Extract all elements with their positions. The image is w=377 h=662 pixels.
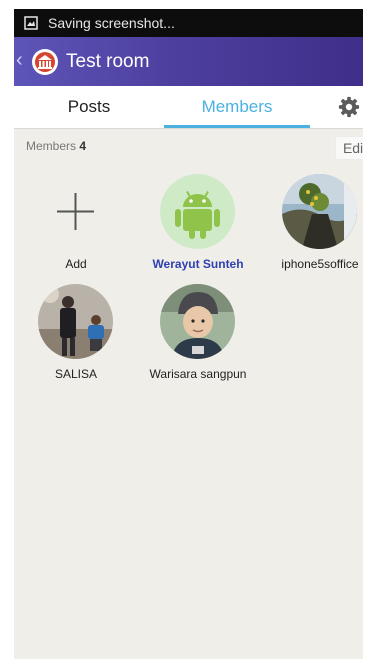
phone-screen: Saving screenshot... ‹ Test room Posts M… bbox=[14, 9, 363, 659]
avatar bbox=[282, 174, 357, 249]
edit-button[interactable]: Edit bbox=[335, 136, 363, 160]
room-title: Test room bbox=[66, 51, 150, 72]
building-icon[interactable] bbox=[32, 49, 58, 75]
chevron-left-icon[interactable]: ‹ bbox=[16, 49, 23, 72]
member-name: Werayut Sunteh bbox=[152, 257, 244, 271]
tab-bar: Posts Members bbox=[14, 86, 363, 129]
member-name: Warisara sangpun bbox=[149, 367, 247, 381]
tab-members[interactable]: Members bbox=[164, 86, 310, 128]
app-bar: ‹ Test room bbox=[14, 37, 363, 86]
active-tab-indicator bbox=[164, 125, 310, 128]
tab-posts[interactable]: Posts bbox=[14, 86, 164, 128]
member-name: SALISA bbox=[54, 367, 98, 381]
avatar bbox=[160, 284, 235, 359]
plus-icon[interactable] bbox=[38, 174, 113, 249]
screenshot-icon bbox=[24, 16, 38, 30]
status-bar: Saving screenshot... bbox=[14, 9, 363, 37]
member-name: iphone5soffice bbox=[281, 257, 359, 271]
members-label: Members bbox=[26, 139, 77, 153]
avatar bbox=[38, 284, 113, 359]
status-text: Saving screenshot... bbox=[48, 15, 175, 31]
gear-icon[interactable] bbox=[338, 96, 360, 118]
member-name: Add bbox=[65, 257, 87, 271]
members-count: Members 4 bbox=[26, 139, 86, 153]
members-count-value: 4 bbox=[79, 139, 87, 153]
android-icon bbox=[160, 174, 235, 249]
